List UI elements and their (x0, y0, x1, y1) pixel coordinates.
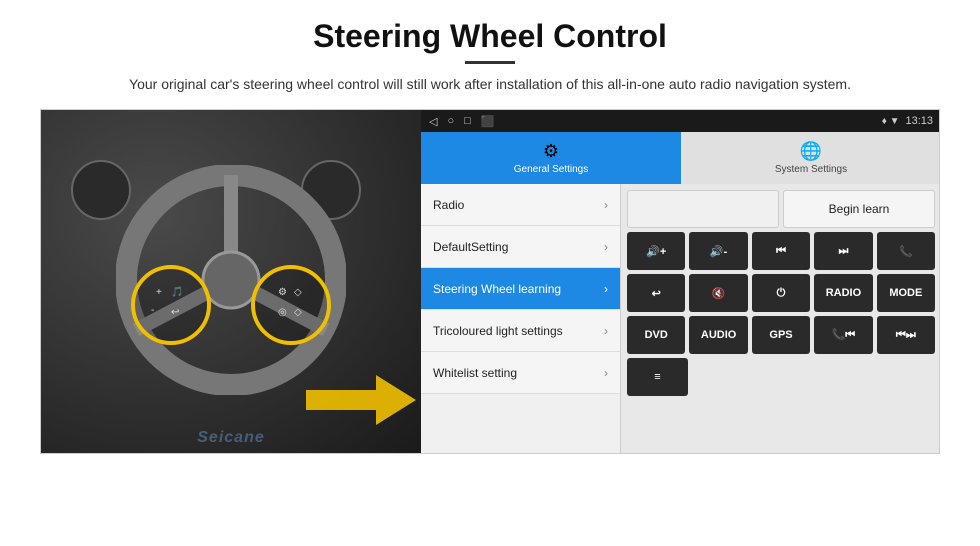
page-wrapper: Steering Wheel Control Your original car… (0, 0, 980, 464)
volume-down-icon: 🔊- (710, 245, 727, 258)
svg-text:-: - (151, 305, 154, 316)
mode-button[interactable]: MODE (877, 274, 935, 312)
arrow-indicator (306, 365, 416, 440)
tab-general-settings[interactable]: ⚙ General Settings (421, 132, 681, 184)
control-row-1: 🔊+ 🔊- ⏮ ⏭ 📞 (627, 232, 935, 270)
menu-item-steering-label: Steering Wheel learning (433, 282, 561, 296)
audio-label: AUDIO (701, 329, 736, 341)
general-settings-icon: ⚙ (543, 141, 559, 162)
back-icon: ◁ (429, 115, 437, 128)
wifi-icon: ♦ ▼ (882, 116, 900, 127)
prev-track-button[interactable]: ⏮ (752, 232, 810, 270)
status-bar: ◁ ○ □ ⬛ ♦ ▼ 13:13 (421, 110, 940, 132)
control-row-4: ≡ (627, 358, 935, 396)
tab-general-settings-label: General Settings (514, 164, 589, 175)
gps-button[interactable]: GPS (752, 316, 810, 354)
begin-learn-button[interactable]: Begin learn (783, 190, 935, 228)
svg-text:◇: ◇ (294, 307, 302, 318)
back-button[interactable]: ↩ (627, 274, 685, 312)
list-button[interactable]: ≡ (627, 358, 688, 396)
volume-up-button[interactable]: 🔊+ (627, 232, 685, 270)
page-subtitle: Your original car's steering wheel contr… (40, 74, 940, 95)
steering-wheel-image: + - 🎵 ↩ ⚙ ◎ ◇ ◇ Seicane (41, 110, 421, 454)
clock-display: 13:13 (905, 115, 933, 127)
list-icon: ≡ (654, 371, 660, 383)
svg-text:+: + (156, 287, 162, 298)
menu-item-whitelist-label: Whitelist setting (433, 366, 517, 380)
prev-next-button[interactable]: ⏮⏭ (877, 316, 935, 354)
chevron-icon: › (604, 240, 608, 254)
watermark: Seicane (197, 429, 264, 447)
title-divider (465, 61, 515, 64)
mute-icon: 🔇 (712, 287, 726, 300)
status-bar-right: ♦ ▼ 13:13 (882, 115, 933, 127)
phone-icon: 📞 (899, 245, 913, 258)
radio-label: RADIO (826, 287, 861, 299)
tab-bar: ⚙ General Settings 🌐 System Settings (421, 132, 940, 184)
next-track-icon: ⏭ (838, 245, 848, 258)
phone-prev-icon: 📞⏮ (832, 328, 856, 342)
home-icon: ○ (447, 115, 454, 128)
radio-empty-box (627, 190, 779, 228)
dvd-label: DVD (645, 329, 668, 341)
phone-button[interactable]: 📞 (877, 232, 935, 270)
control-panel: Begin learn 🔊+ 🔊- ⏮ (621, 184, 940, 454)
gps-label: GPS (769, 329, 792, 341)
svg-text:⚙: ⚙ (278, 287, 287, 298)
content-area: + - 🎵 ↩ ⚙ ◎ ◇ ◇ Seicane (40, 109, 940, 454)
audio-button[interactable]: AUDIO (689, 316, 747, 354)
mode-label: MODE (889, 287, 922, 299)
menu-list: Radio › DefaultSetting › Steering Wheel … (421, 184, 621, 454)
mute-button[interactable]: 🔇 (689, 274, 747, 312)
system-settings-icon: 🌐 (800, 141, 822, 162)
radio-button[interactable]: RADIO (814, 274, 872, 312)
menu-item-default-setting[interactable]: DefaultSetting › (421, 226, 620, 268)
menu-item-default-label: DefaultSetting (433, 240, 508, 254)
menu-item-steering-wheel[interactable]: Steering Wheel learning › (421, 268, 620, 310)
next-track-button[interactable]: ⏭ (814, 232, 872, 270)
chevron-icon: › (604, 366, 608, 380)
volume-up-icon: 🔊+ (646, 245, 666, 258)
chevron-icon-active: › (604, 282, 608, 296)
svg-text:↩: ↩ (171, 307, 179, 318)
status-bar-nav-icons: ◁ ○ □ ⬛ (429, 115, 494, 128)
control-row-3: DVD AUDIO GPS 📞⏮ ⏮⏭ (627, 316, 935, 354)
headunit-display: ◁ ○ □ ⬛ ♦ ▼ 13:13 ⚙ General Settings 🌐 (421, 110, 940, 454)
control-row-2: ↩ 🔇 ⏻ RADIO MODE (627, 274, 935, 312)
svg-text:◇: ◇ (294, 287, 302, 298)
chevron-icon: › (604, 198, 608, 212)
svg-text:🎵: 🎵 (171, 286, 183, 298)
prev-track-icon: ⏮ (776, 245, 786, 258)
menu-item-radio[interactable]: Radio › (421, 184, 620, 226)
svg-text:◎: ◎ (278, 307, 287, 318)
chevron-icon: › (604, 324, 608, 338)
dvd-button[interactable]: DVD (627, 316, 685, 354)
recent-icon: □ (464, 115, 471, 128)
main-area: Radio › DefaultSetting › Steering Wheel … (421, 184, 940, 454)
power-button[interactable]: ⏻ (752, 274, 810, 312)
menu-icon: ⬛ (481, 115, 495, 128)
radio-row: Begin learn (627, 190, 935, 228)
menu-item-radio-label: Radio (433, 198, 464, 212)
prev-next-icon: ⏮⏭ (896, 329, 916, 342)
tab-system-settings-label: System Settings (775, 164, 847, 175)
menu-item-tricoloured[interactable]: Tricoloured light settings › (421, 310, 620, 352)
volume-down-button[interactable]: 🔊- (689, 232, 747, 270)
phone-prev-button[interactable]: 📞⏮ (814, 316, 872, 354)
menu-item-tricoloured-label: Tricoloured light settings (433, 324, 563, 338)
tab-system-settings[interactable]: 🌐 System Settings (681, 132, 940, 184)
begin-learn-label: Begin learn (829, 202, 890, 216)
back-call-icon: ↩ (652, 287, 661, 300)
power-icon: ⏻ (777, 287, 786, 300)
page-title: Steering Wheel Control (40, 18, 940, 55)
menu-item-whitelist[interactable]: Whitelist setting › (421, 352, 620, 394)
